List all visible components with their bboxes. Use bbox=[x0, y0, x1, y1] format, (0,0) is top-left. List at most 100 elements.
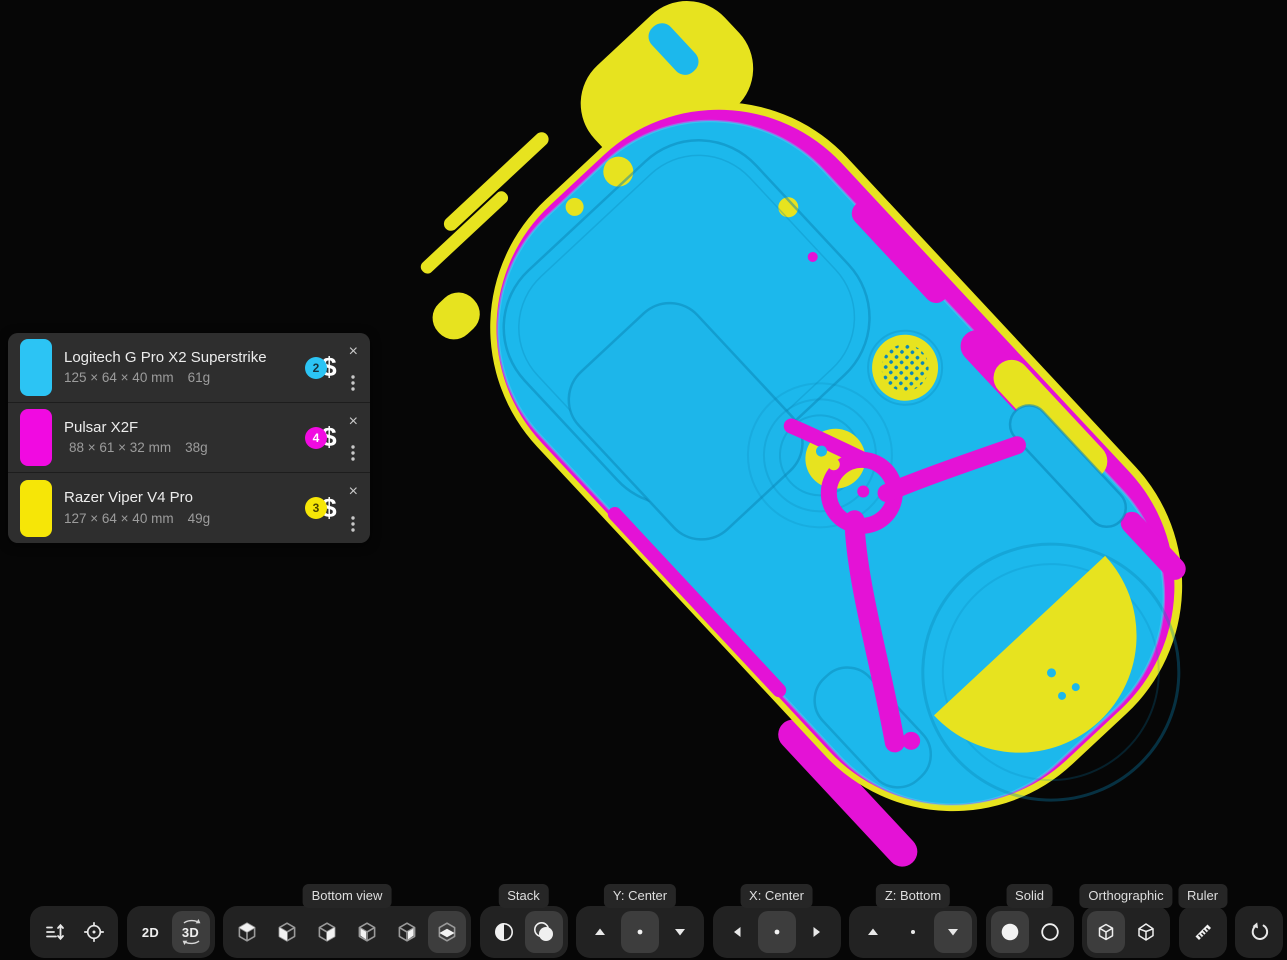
cube-back-icon bbox=[395, 920, 419, 944]
store-count-badge: 3 bbox=[305, 497, 327, 519]
viewport-toolbar: 2D 3D Bottom view bbox=[0, 906, 1287, 958]
render-label-chip: Solid bbox=[1006, 884, 1053, 908]
projection-perspective-button[interactable] bbox=[1127, 911, 1165, 953]
mouse-card-pulsar[interactable]: Pulsar X2F 88 × 61 × 32 mm 38g 4 $ × bbox=[8, 403, 370, 473]
align-x-label-chip: X: Center bbox=[740, 884, 813, 908]
more-options-button[interactable] bbox=[351, 445, 355, 461]
price-button[interactable]: 4 $ bbox=[305, 424, 337, 451]
sort-icon bbox=[43, 921, 65, 943]
remove-mouse-button[interactable]: × bbox=[349, 486, 358, 499]
reset-view-button[interactable] bbox=[1240, 911, 1278, 953]
mouse-name: Pulsar X2F bbox=[64, 419, 305, 438]
cube-front-icon bbox=[275, 920, 299, 944]
color-swatch bbox=[20, 409, 52, 466]
split-circle-icon bbox=[493, 921, 515, 943]
mode-2d-button[interactable]: 2D bbox=[132, 911, 170, 953]
triangle-left-icon bbox=[726, 921, 748, 943]
mouse-card-razer[interactable]: Razer Viper V4 Pro 127 × 64 × 40 mm 49g … bbox=[8, 473, 370, 543]
align-z-up-button[interactable] bbox=[854, 911, 892, 953]
align-x-right-button[interactable] bbox=[798, 911, 836, 953]
reset-group bbox=[1235, 906, 1283, 958]
mouse-dimensions: 125 × 64 × 40 mm bbox=[64, 370, 174, 386]
projection-group: Orthographic bbox=[1082, 906, 1170, 958]
focus-model-button[interactable] bbox=[75, 911, 113, 953]
list-tools-group bbox=[30, 906, 118, 958]
mouse-name: Logitech G Pro X2 Superstrike bbox=[64, 349, 305, 368]
filled-circle-icon bbox=[999, 921, 1021, 943]
view-angle-group: Bottom view bbox=[223, 906, 471, 958]
align-z-center-button[interactable] bbox=[894, 911, 932, 953]
align-y-center-button[interactable] bbox=[621, 911, 659, 953]
mouse-weight: 61g bbox=[188, 370, 211, 386]
render-wireframe-button[interactable] bbox=[1031, 911, 1069, 953]
align-y-label-chip: Y: Center bbox=[604, 884, 676, 908]
align-y-group: Y: Center bbox=[576, 906, 704, 958]
remove-mouse-button[interactable]: × bbox=[349, 346, 358, 359]
cube-top-icon bbox=[235, 920, 259, 944]
cube-left-icon bbox=[355, 920, 379, 944]
cube-right-icon bbox=[315, 920, 339, 944]
cube-bottom-icon bbox=[435, 920, 459, 944]
mouse-weight: 49g bbox=[188, 511, 211, 527]
align-z-group: Z: Bottom bbox=[849, 906, 977, 958]
projection-orthographic-button[interactable] bbox=[1087, 911, 1125, 953]
remove-mouse-button[interactable]: × bbox=[349, 416, 358, 429]
mode-3d-button[interactable]: 3D bbox=[172, 911, 210, 953]
mouse-dimensions: 127 × 64 × 40 mm bbox=[64, 511, 174, 527]
mouse-list-panel: Logitech G Pro X2 Superstrike 125 × 64 ×… bbox=[8, 333, 370, 543]
ruler-button[interactable] bbox=[1184, 911, 1222, 953]
align-z-label-chip: Z: Bottom bbox=[876, 884, 950, 908]
price-button[interactable]: 2 $ bbox=[305, 354, 337, 381]
ruler-icon bbox=[1192, 921, 1214, 943]
center-dot-icon bbox=[629, 921, 651, 943]
render-mode-group: Solid bbox=[986, 906, 1074, 958]
triangle-down-icon bbox=[942, 921, 964, 943]
view-back-button[interactable] bbox=[388, 911, 426, 953]
sort-mice-button[interactable] bbox=[35, 911, 73, 953]
more-options-button[interactable] bbox=[351, 375, 355, 391]
mouse-weight: 38g bbox=[185, 440, 208, 456]
compare-label-chip: Stack bbox=[498, 884, 549, 908]
view-label-chip: Bottom view bbox=[303, 884, 392, 908]
triangle-right-icon bbox=[806, 921, 828, 943]
more-options-button[interactable] bbox=[351, 516, 355, 532]
align-y-up-button[interactable] bbox=[581, 911, 619, 953]
render-solid-button[interactable] bbox=[991, 911, 1029, 953]
outline-circle-icon bbox=[1039, 921, 1061, 943]
view-bottom-button[interactable] bbox=[428, 911, 466, 953]
store-count-badge: 4 bbox=[305, 427, 327, 449]
mouse-card-logitech[interactable]: Logitech G Pro X2 Superstrike 125 × 64 ×… bbox=[8, 333, 370, 403]
align-x-left-button[interactable] bbox=[718, 911, 756, 953]
compare-side-by-side-button[interactable] bbox=[485, 911, 523, 953]
stacked-circles-icon bbox=[533, 921, 555, 943]
align-y-down-button[interactable] bbox=[661, 911, 699, 953]
ruler-label-chip: Ruler bbox=[1178, 884, 1227, 908]
svg-text:2: 2 bbox=[312, 361, 319, 375]
align-x-group: X: Center bbox=[713, 906, 841, 958]
view-front-button[interactable] bbox=[268, 911, 306, 953]
svg-text:3: 3 bbox=[312, 501, 319, 515]
perspective-cube-icon bbox=[1135, 921, 1157, 943]
mouse-dimensions: 88 × 61 × 32 mm bbox=[64, 440, 171, 456]
triangle-up-icon bbox=[862, 921, 884, 943]
align-z-bottom-button[interactable] bbox=[934, 911, 972, 953]
color-swatch bbox=[20, 339, 52, 396]
store-count-badge: 2 bbox=[305, 357, 327, 379]
center-dot-icon bbox=[902, 921, 924, 943]
center-dot-icon bbox=[766, 921, 788, 943]
dimension-mode-group: 2D 3D bbox=[127, 906, 215, 958]
reset-rotation-icon bbox=[1248, 921, 1270, 943]
svg-text:4: 4 bbox=[312, 431, 319, 445]
view-left-button[interactable] bbox=[348, 911, 386, 953]
align-x-center-button[interactable] bbox=[758, 911, 796, 953]
projection-label-chip: Orthographic bbox=[1079, 884, 1172, 908]
crosshair-icon bbox=[83, 921, 105, 943]
view-top-button[interactable] bbox=[228, 911, 266, 953]
triangle-up-icon bbox=[589, 921, 611, 943]
compare-stack-button[interactable] bbox=[525, 911, 563, 953]
triangle-down-icon bbox=[669, 921, 691, 943]
mouse-name: Razer Viper V4 Pro bbox=[64, 489, 305, 508]
view-right-button[interactable] bbox=[308, 911, 346, 953]
compare-mode-group: Stack bbox=[480, 906, 568, 958]
price-button[interactable]: 3 $ bbox=[305, 495, 337, 522]
